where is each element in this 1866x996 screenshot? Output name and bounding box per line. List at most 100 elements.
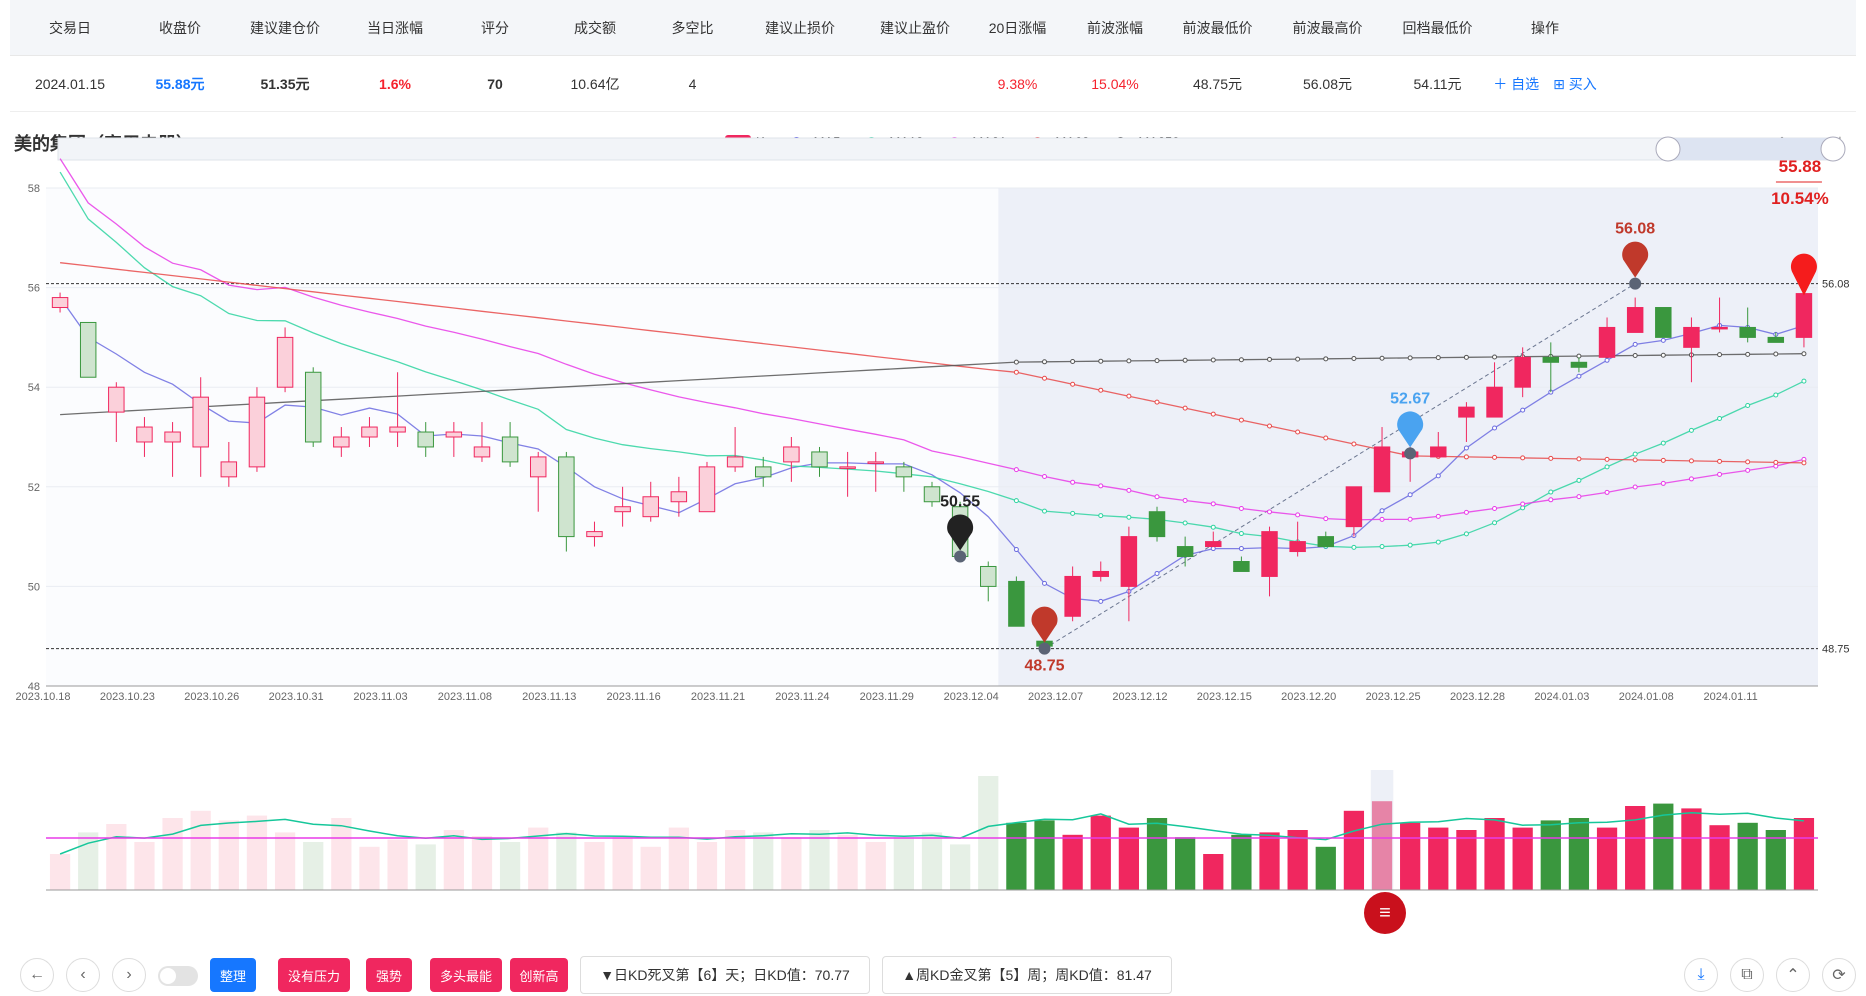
x-tick-label: 2023.10.18 — [15, 691, 70, 703]
y-tick-label: 58 — [28, 183, 40, 195]
volume-bar — [218, 820, 239, 890]
candle-body — [1795, 293, 1813, 338]
header-entry: 建议建仓价 — [250, 19, 320, 36]
candle-body — [980, 565, 997, 587]
candle-body — [1092, 570, 1109, 577]
candle-body — [895, 466, 913, 478]
ma63-line-point — [1267, 423, 1273, 429]
volume-bar — [1118, 827, 1140, 890]
header-wave-change: 前波涨幅 — [1087, 19, 1143, 36]
volume-bar — [415, 844, 436, 890]
candle-body — [811, 451, 828, 468]
menu-fab-button[interactable]: ≡ — [1364, 892, 1406, 934]
next-button[interactable]: › — [112, 958, 146, 992]
header-pullback-low: 回档最低价 — [1402, 19, 1473, 36]
ma250-line-point — [1492, 354, 1498, 360]
x-tick-label: 2023.12.25 — [1366, 691, 1421, 703]
ma31-line-point — [1042, 474, 1048, 480]
candle-body — [1739, 326, 1756, 338]
tag-new-high[interactable]: 创新高 — [510, 958, 568, 992]
candle-body — [529, 456, 547, 478]
download-button[interactable]: ⤓ — [1684, 958, 1718, 992]
entry-price: 51.35元 — [260, 75, 310, 92]
ma250-line-point — [1126, 358, 1132, 364]
candle-body — [1598, 326, 1616, 358]
volume-bar — [1456, 830, 1477, 890]
x-tick-label: 2023.11.03 — [353, 691, 407, 703]
ma18-line-point — [1351, 544, 1357, 550]
ma18-line-point — [1238, 531, 1244, 537]
volume-bar — [1512, 827, 1533, 890]
candle-body — [1683, 326, 1700, 348]
volume-bar — [724, 830, 746, 890]
ma250-line-point — [1407, 355, 1413, 361]
arrow-left-icon: ← — [29, 966, 45, 983]
volume-bar — [1484, 818, 1505, 890]
ma31-line-point — [1407, 516, 1413, 522]
volume-bar — [1259, 832, 1280, 890]
ma5-line-point — [1435, 473, 1441, 479]
low-marker-label: 48.75 — [1024, 658, 1064, 675]
refresh-button[interactable]: ⟳ — [1822, 958, 1856, 992]
ma5-line-point — [1576, 373, 1582, 379]
volume-bar — [274, 832, 296, 890]
header-20d-change: 20日涨幅 — [988, 19, 1047, 36]
first-page-button[interactable]: ← — [20, 958, 54, 992]
last-pct-label: 10.54% — [1771, 189, 1829, 208]
low-marker-dot — [1038, 642, 1051, 655]
ma31-line-point — [1323, 516, 1329, 522]
volume-bar — [1596, 827, 1618, 890]
ma18-line-point — [1773, 392, 1779, 398]
toggle-switch[interactable] — [158, 966, 198, 986]
tag-bull[interactable]: 多头最能 — [430, 958, 502, 992]
kline-chart[interactable]: 5856545250482023.10.18 2023.10.23 2023.10.… — [0, 110, 1866, 900]
volume-bar — [1287, 830, 1308, 890]
header-wave-low: 前波最低价 — [1182, 19, 1253, 36]
ma250-line-point — [1632, 353, 1638, 359]
ma63-line-point — [1463, 454, 1469, 460]
ma250-line-point — [1238, 357, 1244, 363]
candle-body — [108, 386, 125, 413]
volume-bar — [1343, 810, 1365, 890]
volume-bar — [893, 837, 914, 890]
ma18-line-point — [1801, 378, 1807, 384]
volume-bar — [190, 810, 211, 890]
watchlist-button[interactable]: ＋ 自选 — [1493, 74, 1539, 94]
x-tick-label: 2023.12.04 — [944, 691, 999, 703]
ma63-line-point — [1492, 454, 1498, 460]
ma63-line-point — [1295, 429, 1301, 435]
ma250-line-point — [1267, 356, 1273, 362]
copy-icon: ⧉ — [1741, 966, 1753, 983]
candle-body — [1486, 386, 1503, 418]
tag-strong[interactable]: 强势 — [366, 958, 412, 992]
volume-bar — [1428, 827, 1449, 890]
zoom-handle-right — [1820, 136, 1846, 162]
ma31-line-point — [1435, 513, 1441, 519]
ma18-line-point — [1604, 464, 1610, 470]
ma250-line-point — [1295, 356, 1301, 362]
candle-body — [333, 436, 350, 448]
volume-bar — [303, 842, 324, 890]
ma5-line-point — [1098, 598, 1104, 604]
ma5-line-point — [1632, 341, 1638, 347]
ma5-line-point — [1463, 445, 1469, 451]
ma63-line-point — [1717, 458, 1723, 464]
scroll-top-button[interactable]: ⌃ — [1776, 958, 1810, 992]
candle-body — [614, 506, 631, 513]
volume-bar — [1034, 820, 1055, 890]
candle-body — [1233, 561, 1250, 572]
copy-button[interactable]: ⧉ — [1730, 958, 1764, 992]
prev-button[interactable]: ‹ — [66, 958, 100, 992]
ma5-line-point — [1660, 337, 1666, 343]
candle-body — [1064, 575, 1081, 617]
tag-no-pressure[interactable]: 没有压力 — [278, 958, 350, 992]
volume-bar — [950, 844, 971, 890]
candle-body — [136, 426, 153, 443]
ma31-line-point — [1520, 501, 1526, 507]
ma250-line-point — [1323, 356, 1329, 362]
volume-bar — [640, 846, 661, 890]
candle-body — [923, 486, 941, 503]
wave-high: 56.08元 — [1302, 75, 1353, 92]
tag-consolidate[interactable]: 整理 — [210, 958, 256, 992]
buy-button[interactable]: ⊞ 买入 — [1553, 74, 1597, 94]
